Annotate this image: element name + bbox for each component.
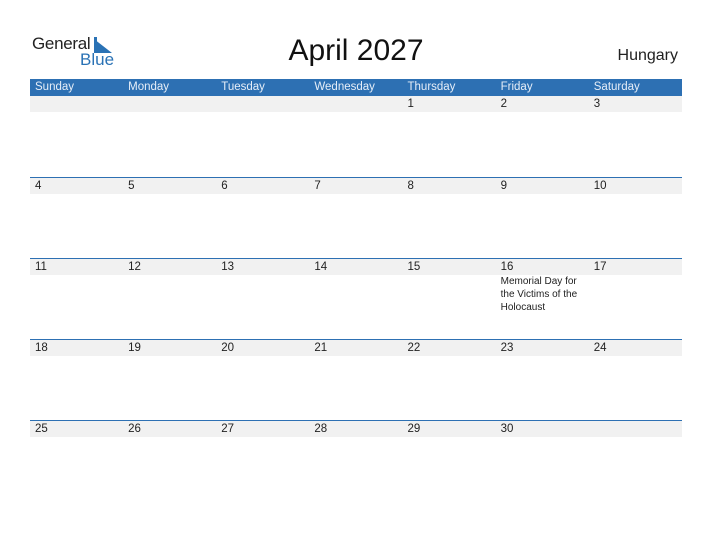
day-number: 29	[407, 423, 421, 435]
day-number: 7	[314, 180, 321, 192]
page-title: April 2027	[288, 34, 424, 67]
weeks-container: 1 2 3 4 5 6 7 8 9 10 11 12 13 14 15 16 Memorial Day for …	[30, 96, 682, 501]
day-number	[221, 96, 309, 112]
week-row: 18 19 20 21 22 23 24	[30, 339, 682, 420]
weekday-wednesday: Wednesday	[314, 81, 375, 93]
weekday-monday: Monday	[128, 81, 170, 93]
day-cell: 7	[309, 178, 402, 194]
day-number: 10	[593, 180, 607, 192]
day-number: 17	[593, 261, 607, 273]
day-number	[128, 96, 216, 112]
week-days: 11 12 13 14 15 16 Memorial Day for the Victims…	[30, 259, 682, 314]
day-cell: 11	[30, 259, 123, 314]
day-cell: 16 Memorial Day for the Victims of the Ho…	[496, 259, 589, 314]
weekday-header: Sunday Monday Tuesday Wednesday Thursday…	[30, 79, 682, 96]
day-cell: 25	[30, 421, 123, 437]
day-number: 15	[407, 261, 421, 273]
day-number: 1	[407, 98, 414, 110]
day-cell: 28	[309, 421, 402, 437]
day-cell: 27	[216, 421, 309, 437]
week-row: 1 2 3	[30, 96, 682, 177]
day-number: 24	[593, 342, 607, 354]
day-number: 13	[221, 261, 235, 273]
day-number: 2	[500, 98, 508, 110]
day-cell: 18	[30, 340, 123, 356]
day-cell: 13	[216, 259, 309, 314]
day-cell: 4	[30, 178, 123, 194]
day-cell: 8	[403, 178, 496, 194]
day-cell: 23	[496, 340, 589, 356]
day-number: 28	[314, 423, 328, 435]
day-cell: 17	[589, 259, 682, 314]
day-number: 21	[314, 342, 328, 354]
day-cell: 10	[589, 178, 682, 194]
weekday-saturday: Saturday	[593, 81, 640, 93]
day-cell	[216, 96, 309, 112]
day-number: 23	[500, 342, 514, 354]
weekday-friday: Friday	[500, 81, 533, 93]
weekday-tuesday: Tuesday	[221, 81, 265, 93]
day-number: 4	[35, 180, 42, 192]
week-row: 11 12 13 14 15 16 Memorial Day for the Victims…	[30, 258, 682, 339]
day-number: 5	[128, 180, 135, 192]
day-cell: 6	[216, 178, 309, 194]
day-cell: 20	[216, 340, 309, 356]
day-number: 26	[128, 423, 141, 435]
day-number: 22	[407, 342, 421, 354]
day-cell: 9	[496, 178, 589, 194]
day-cell: 21	[309, 340, 402, 356]
week-row: 25 26 27 28 29 30	[30, 420, 682, 501]
day-cell: 2	[496, 96, 589, 112]
day-cell: 30	[496, 421, 589, 437]
day-cell	[589, 421, 682, 437]
day-number: 9	[500, 180, 508, 192]
week-days: 1 2 3	[30, 96, 682, 112]
day-cell	[123, 96, 216, 112]
day-cell	[30, 96, 123, 112]
week-days: 4 5 6 7 8 9 10	[30, 178, 682, 194]
day-cell	[309, 96, 402, 112]
day-number: 18	[35, 342, 48, 354]
day-number: 6	[221, 180, 228, 192]
day-number	[594, 421, 682, 437]
day-number: 25	[35, 423, 48, 435]
day-number: 20	[221, 342, 235, 354]
day-cell: 26	[123, 421, 216, 437]
day-cell: 12	[123, 259, 216, 314]
day-number: 11	[35, 261, 47, 273]
week-row: 4 5 6 7 8 9 10	[30, 177, 682, 258]
week-days: 18 19 20 21 22 23 24	[30, 340, 682, 356]
week-days: 25 26 27 28 29 30	[30, 421, 682, 437]
day-number: 14	[314, 261, 328, 273]
day-cell: 24	[589, 340, 682, 356]
day-number: 8	[407, 180, 414, 192]
day-cell: 29	[403, 421, 496, 437]
day-cell: 1	[403, 96, 496, 112]
day-number: 30	[500, 423, 514, 435]
day-cell: 15	[403, 259, 496, 314]
day-number	[314, 96, 402, 112]
day-number: 3	[593, 98, 601, 110]
day-cell: 3	[589, 96, 682, 112]
weekday-thursday: Thursday	[407, 81, 456, 93]
country-label: Hungary	[617, 47, 678, 64]
calendar-grid: Sunday Monday Tuesday Wednesday Thursday…	[30, 79, 682, 501]
day-cell: 14	[309, 259, 402, 314]
weekday-sunday: Sunday	[35, 81, 75, 93]
day-cell: 22	[403, 340, 496, 356]
day-cell: 5	[123, 178, 216, 194]
day-number: 16	[500, 261, 514, 273]
day-number: 19	[128, 342, 141, 354]
day-cell: 19	[123, 340, 216, 356]
day-number: 27	[221, 423, 235, 435]
holiday-event: Memorial Day for the Victims of the Holo…	[500, 276, 578, 313]
day-number	[35, 96, 123, 112]
day-number: 12	[128, 261, 141, 273]
